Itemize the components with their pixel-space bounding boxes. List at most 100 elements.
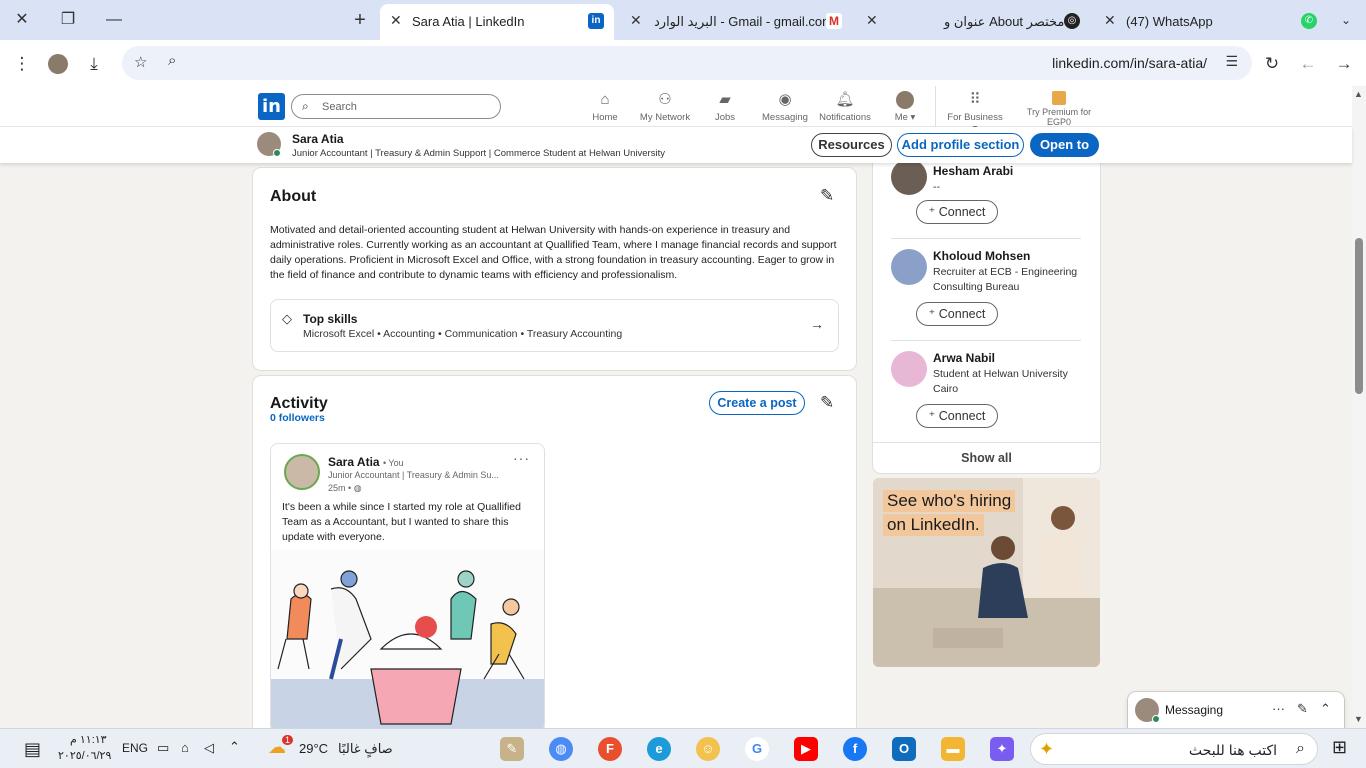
more-options-icon[interactable]: ··· <box>1272 701 1285 716</box>
scrollbar-thumb[interactable] <box>1355 238 1363 394</box>
nav-home[interactable]: ⌂ Home <box>588 91 622 123</box>
emoji-app-icon[interactable]: ☺ <box>696 737 720 761</box>
followers-link[interactable]: 0 followers <box>270 412 325 424</box>
add-profile-section-button[interactable]: Add profile section <box>897 133 1024 157</box>
menu-dots-icon[interactable]: ⋮ <box>10 52 34 76</box>
taskbar: ▤ ١١:١٣ م ٢٠٢٥/٠٦/٢٩ ENG ▭ ⌂ ◁ ⌃ ☁ 1 29°… <box>0 728 1366 768</box>
bell-icon: 🔔︎ <box>835 91 855 108</box>
compose-icon[interactable]: ✎ <box>1297 701 1308 717</box>
windows-start-icon[interactable]: ⊞ <box>1332 737 1347 758</box>
network-icon: ⚇ <box>658 91 672 108</box>
person-name[interactable]: Kholoud Mohsen <box>933 249 1030 263</box>
chevron-up-icon[interactable]: ⌃ <box>1320 701 1331 717</box>
reload-icon[interactable]: ↻ <box>1260 52 1284 76</box>
post-image[interactable] <box>271 549 544 732</box>
url-text[interactable]: linkedin.com/in/sara-atia/ <box>1052 55 1207 71</box>
file-explorer-icon[interactable]: ▬ <box>941 737 965 761</box>
tab-linkedin[interactable]: ✕ Sara Atia | LinkedIn in <box>380 4 614 40</box>
nav-notifications[interactable]: 🔔︎ Notifications <box>818 91 872 123</box>
about-title: About <box>270 188 317 205</box>
tab-search-chevron-icon[interactable]: ⌄ <box>1334 9 1358 31</box>
try-premium-link[interactable]: Try Premium for EGP0 <box>1014 91 1104 127</box>
close-tab-icon[interactable]: ✕ <box>1104 12 1116 29</box>
battery-icon[interactable]: ▭ <box>157 740 169 756</box>
activity-title: Activity <box>270 395 328 412</box>
search-input[interactable]: ⌕ Search <box>291 94 501 119</box>
activity-post[interactable]: Sara Atia • You Junior Accountant | Trea… <box>270 443 545 733</box>
hiring-ad-banner[interactable]: See who's hiring on LinkedIn. <box>873 478 1100 667</box>
site-settings-icon[interactable]: ☰ <box>1225 53 1238 70</box>
post-timestamp: 25m • ◍ <box>328 483 362 493</box>
edge-icon[interactable]: e <box>647 737 671 761</box>
zoom-icon[interactable]: ⌕ <box>168 52 176 69</box>
ad-headline: See who's hiring <box>883 490 1016 512</box>
online-status-dot <box>1152 715 1160 723</box>
open-to-button[interactable]: Open to <box>1030 133 1099 157</box>
taskbar-search-input[interactable]: ✦ اكتب هنا للبحث ⌕ <box>1030 733 1318 765</box>
network-icon[interactable]: ⌂ <box>181 740 189 755</box>
edit-pencil-icon[interactable]: ✎ <box>820 186 834 206</box>
tab-gmail[interactable]: ✕ البريد الوارد - Gmail - gmail.com M <box>620 4 856 40</box>
notifications-icon[interactable]: ▤ <box>24 739 41 760</box>
connect-button[interactable]: ⁺ Connect <box>916 302 998 326</box>
forward-arrow-icon[interactable]: ← <box>1296 52 1320 76</box>
clock-date[interactable]: ٢٠٢٥/٠٦/٢٩ <box>58 749 111 762</box>
weather-temp[interactable]: 29°C <box>299 741 328 756</box>
nav-label: Notifications <box>819 112 871 123</box>
edit-pencil-icon[interactable]: ✎ <box>820 393 834 413</box>
chrome-app-icon[interactable]: F <box>598 737 622 761</box>
resources-button[interactable]: Resources <box>811 133 892 157</box>
browser-tab-strip: ✕ ❐ — + ✕ Sara Atia | LinkedIn in ✕ البر… <box>0 0 1366 40</box>
premium-icon <box>1052 91 1066 105</box>
omnibox[interactable]: ☆ ⌕ linkedin.com/in/sara-atia/ ☰ <box>122 46 1252 80</box>
profile-avatar[interactable] <box>46 52 70 76</box>
tab-chatgpt[interactable]: ✕ عنوان و About مختصر ◎ <box>862 4 1088 40</box>
paint-app-icon[interactable]: ✎ <box>500 737 524 761</box>
linkedin-logo[interactable]: in <box>258 93 285 120</box>
person-headline: Student at Helwan University Cairo <box>933 368 1068 395</box>
volume-icon[interactable]: ◁ <box>204 740 214 756</box>
nav-me[interactable]: Me ▾ <box>890 91 920 123</box>
connect-button[interactable]: ⁺ Connect <box>916 404 998 428</box>
tab-whatsapp[interactable]: ✕ (47) WhatsApp ✆ <box>1094 4 1324 40</box>
close-tab-icon[interactable]: ✕ <box>866 12 878 29</box>
person-headline: Recruiter at ECB - Engineering Consultin… <box>933 266 1078 293</box>
new-tab-icon[interactable]: + <box>348 9 372 31</box>
nav-my-network[interactable]: ⚇ My Network <box>638 91 692 123</box>
more-options-icon[interactable]: ··· <box>513 450 530 466</box>
language-indicator[interactable]: ENG <box>122 741 148 755</box>
show-all-button[interactable]: Show all <box>873 442 1100 473</box>
close-window-icon[interactable]: ✕ <box>10 9 34 31</box>
outlook-icon[interactable]: O <box>892 737 916 761</box>
weather-text[interactable]: صافٍ غالبًا <box>338 741 393 757</box>
gmail-icon: M <box>826 13 842 29</box>
minimize-window-icon[interactable]: — <box>102 9 126 31</box>
nav-messaging[interactable]: ◉ Messaging <box>760 91 810 123</box>
google-icon[interactable]: G <box>745 737 769 761</box>
top-skills-row[interactable]: ◇ Top skills Microsoft Excel • Accountin… <box>270 299 839 352</box>
nav-jobs[interactable]: ▰ Jobs <box>710 91 740 123</box>
youtube-icon[interactable]: ▶ <box>794 737 818 761</box>
close-tab-icon[interactable]: ✕ <box>390 12 402 29</box>
copilot-icon[interactable]: ✦ <box>990 737 1014 761</box>
facebook-icon[interactable]: f <box>843 737 867 761</box>
chrome-profile-icon[interactable]: ◍ <box>549 737 573 761</box>
clock-time[interactable]: ١١:١٣ م <box>70 733 107 746</box>
scroll-up-icon[interactable]: ▲ <box>1354 89 1363 99</box>
person-name[interactable]: Arwa Nabil <box>933 351 995 365</box>
download-icon[interactable]: ⤓ <box>82 52 106 76</box>
vertical-scrollbar[interactable]: ▲ ▼ <box>1352 86 1366 728</box>
scroll-down-icon[interactable]: ▼ <box>1354 714 1363 724</box>
chevron-up-icon[interactable]: ⌃ <box>229 739 240 755</box>
create-post-button[interactable]: Create a post <box>709 391 805 415</box>
tab-title: (47) WhatsApp <box>1126 14 1213 29</box>
post-author[interactable]: Sara Atia • You <box>328 455 404 469</box>
premium-label: Try Premium for EGP0 <box>1026 107 1092 127</box>
messaging-bar[interactable]: Messaging ··· ✎ ⌃ <box>1128 692 1344 728</box>
connect-button[interactable]: ⁺ Connect <box>916 200 998 224</box>
person-name[interactable]: Hesham Arabi <box>933 164 1013 178</box>
close-tab-icon[interactable]: ✕ <box>630 12 642 29</box>
bookmark-star-icon[interactable]: ☆ <box>134 53 147 71</box>
back-arrow-icon[interactable]: → <box>1332 52 1356 76</box>
restore-window-icon[interactable]: ❐ <box>56 9 80 31</box>
